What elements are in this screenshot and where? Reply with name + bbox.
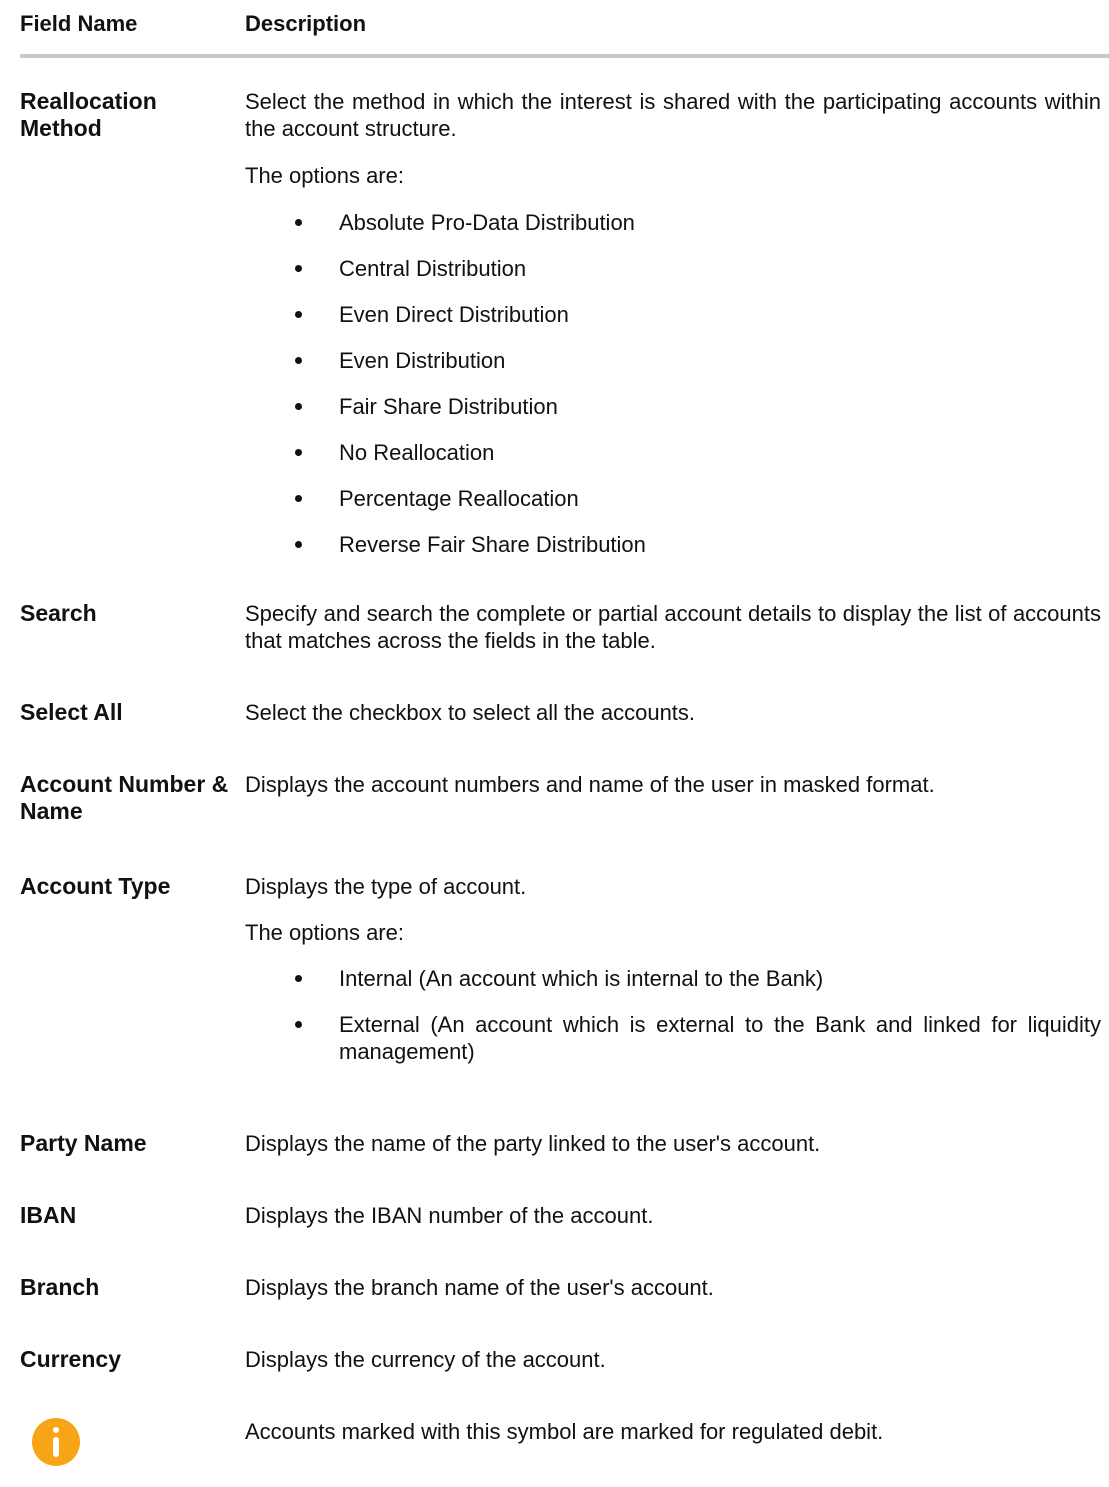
field-description: Select the checkbox to select all the ac…: [245, 700, 696, 725]
field-label: IBAN: [20, 1202, 77, 1228]
field-label: Account Type: [20, 873, 171, 899]
option-item: Internal (An account which is internal t…: [245, 965, 1101, 992]
field-description: Specify and search the complete or parti…: [245, 601, 1101, 653]
option-item: Central Distribution: [245, 255, 1101, 282]
header-description: Description: [245, 11, 367, 36]
field-description: Displays the type of account. The option…: [245, 873, 1101, 1065]
options-title: The options are:: [245, 920, 404, 945]
field-description: Select the method in which the interest …: [245, 88, 1101, 558]
table-header: Field Name Description: [20, 0, 1109, 58]
info-icon-bar: [53, 1437, 59, 1457]
field-label: Currency: [20, 1346, 121, 1372]
option-item: Even Distribution: [245, 347, 1101, 374]
field-description-table: Field Name Description Reallocation Meth…: [20, 0, 1109, 1466]
header-field-name: Field Name: [20, 11, 138, 36]
options-list: Absolute Pro-Data Distribution Central D…: [245, 209, 1101, 558]
field-label: Account Number & Name: [20, 771, 229, 824]
info-icon: [32, 1418, 80, 1466]
info-icon-dot: [53, 1427, 59, 1433]
options-title: The options are:: [245, 163, 404, 188]
description-text: Select the method in which the interest …: [245, 89, 1101, 141]
field-description: Displays the name of the party linked to…: [245, 1131, 821, 1156]
option-item: External (An account which is external t…: [245, 1011, 1101, 1065]
field-description: Displays the account numbers and name of…: [245, 772, 935, 797]
option-item: No Reallocation: [245, 439, 1101, 466]
options-list: Internal (An account which is internal t…: [245, 965, 1101, 1065]
option-item: Fair Share Distribution: [245, 393, 1101, 420]
field-label: Reallocation Method: [20, 88, 157, 141]
field-description: Displays the IBAN number of the account.: [245, 1203, 654, 1228]
option-item: Absolute Pro-Data Distribution: [245, 209, 1101, 236]
field-description: Displays the branch name of the user's a…: [245, 1275, 714, 1300]
option-item: Even Direct Distribution: [245, 301, 1101, 328]
field-label: Search: [20, 600, 97, 626]
field-label: Party Name: [20, 1130, 147, 1156]
field-label: Branch: [20, 1274, 100, 1300]
option-item: Reverse Fair Share Distribution: [245, 531, 1101, 558]
option-item: Percentage Reallocation: [245, 485, 1101, 512]
field-description: Displays the currency of the account.: [245, 1347, 606, 1372]
description-text: Displays the type of account.: [245, 874, 527, 899]
field-label: Select All: [20, 699, 123, 725]
field-description: Accounts marked with this symbol are mar…: [245, 1419, 884, 1444]
